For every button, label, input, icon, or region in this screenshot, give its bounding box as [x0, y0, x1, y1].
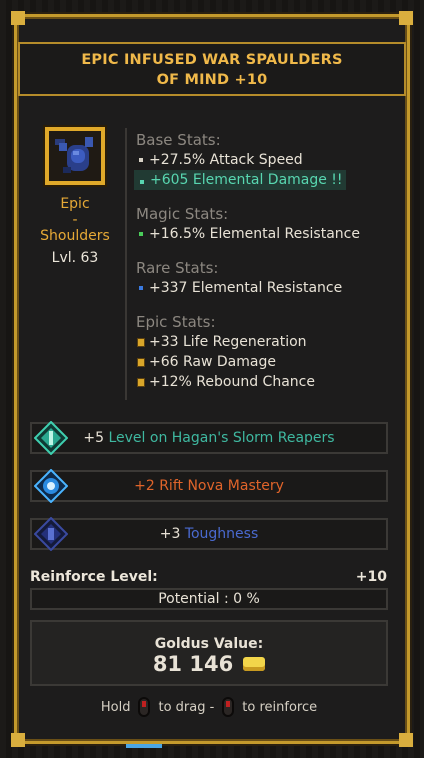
item-title-line2: OF MIND — [156, 72, 230, 88]
potential-text: Potential : 0 % — [158, 591, 260, 607]
epic-stats-header: Epic Stats: — [136, 313, 216, 331]
ability-text: +3 Toughness — [159, 526, 259, 542]
ability-row-slorm-reapers[interactable]: +5 Level on Hagan's Slorm Reapers — [30, 421, 388, 455]
item-rarity: Epic - Shoulders — [30, 196, 120, 244]
goldus-value: 81 146 — [152, 652, 234, 676]
corner-ornament — [399, 733, 413, 747]
stat-line: +66 Raw Damage — [136, 352, 406, 372]
right-mouse-icon — [222, 697, 235, 717]
reinforce-label: Reinforce Level: — [30, 569, 158, 585]
bullet-icon — [139, 286, 143, 290]
item-upgrade-level: +10 — [234, 72, 268, 88]
base-stats-header: Base Stats: — [136, 131, 221, 149]
reinforce-value: +10 — [355, 569, 387, 585]
shoulders-armor-icon-graphic — [55, 137, 93, 173]
left-mouse-icon — [138, 697, 151, 717]
ability-text: +2 Rift Nova Mastery — [134, 478, 284, 494]
corner-ornament — [11, 733, 25, 747]
goldus-label: Goldus Value: — [154, 636, 264, 652]
shoulders-armor-icon[interactable] — [43, 125, 107, 187]
item-level: Lvl. 63 — [51, 250, 99, 266]
goldus-value-row: 81 146 — [32, 652, 386, 676]
ability-row-rift-nova[interactable]: +2 Rift Nova Mastery — [30, 469, 388, 503]
goldus-panel: Goldus Value: 81 146 — [30, 620, 388, 686]
lock-icon — [137, 357, 145, 367]
corner-ornament — [399, 11, 413, 25]
stat-line: +33 Life Regeneration — [136, 332, 406, 352]
lock-icon — [137, 377, 145, 387]
potential-bar: Potential : 0 % — [30, 588, 388, 610]
stats-panel: Base Stats: +27.5% Attack Speed +605 Ele… — [134, 130, 406, 392]
experience-bar-fragment — [126, 744, 162, 748]
stat-line: +27.5% Attack Speed — [136, 150, 406, 170]
rarity-label: Epic — [60, 196, 90, 212]
bullet-icon — [140, 180, 144, 184]
item-title: EPIC INFUSED WAR SPAULDERS OF MIND +10 — [20, 50, 404, 90]
corner-ornament — [11, 11, 25, 25]
item-title-box: EPIC INFUSED WAR SPAULDERS OF MIND +10 — [18, 42, 406, 96]
stat-line: +16.5% Elemental Resistance — [136, 224, 406, 244]
ability-row-toughness[interactable]: +3 Toughness — [30, 517, 388, 551]
control-hint: Hold to drag - to reinforce — [30, 697, 388, 717]
rare-stats-header: Rare Stats: — [136, 259, 219, 277]
slot-label: Shoulders — [40, 228, 110, 244]
stat-line: +12% Rebound Chance — [136, 372, 406, 392]
ability-text: +5 Level on Hagan's Slorm Reapers — [83, 430, 335, 446]
magic-stats-header: Magic Stats: — [136, 205, 229, 223]
stat-line-highlight: +605 Elemental Damage !! — [134, 170, 406, 190]
divider — [125, 128, 127, 400]
stat-line: +337 Elemental Resistance — [136, 278, 406, 298]
rarity-separator: - — [72, 212, 78, 228]
bullet-icon — [139, 232, 143, 236]
lock-icon — [137, 337, 145, 347]
gold-coin-icon — [243, 657, 266, 671]
bullet-icon — [139, 158, 143, 162]
item-title-line1: EPIC INFUSED WAR SPAULDERS — [81, 52, 343, 68]
